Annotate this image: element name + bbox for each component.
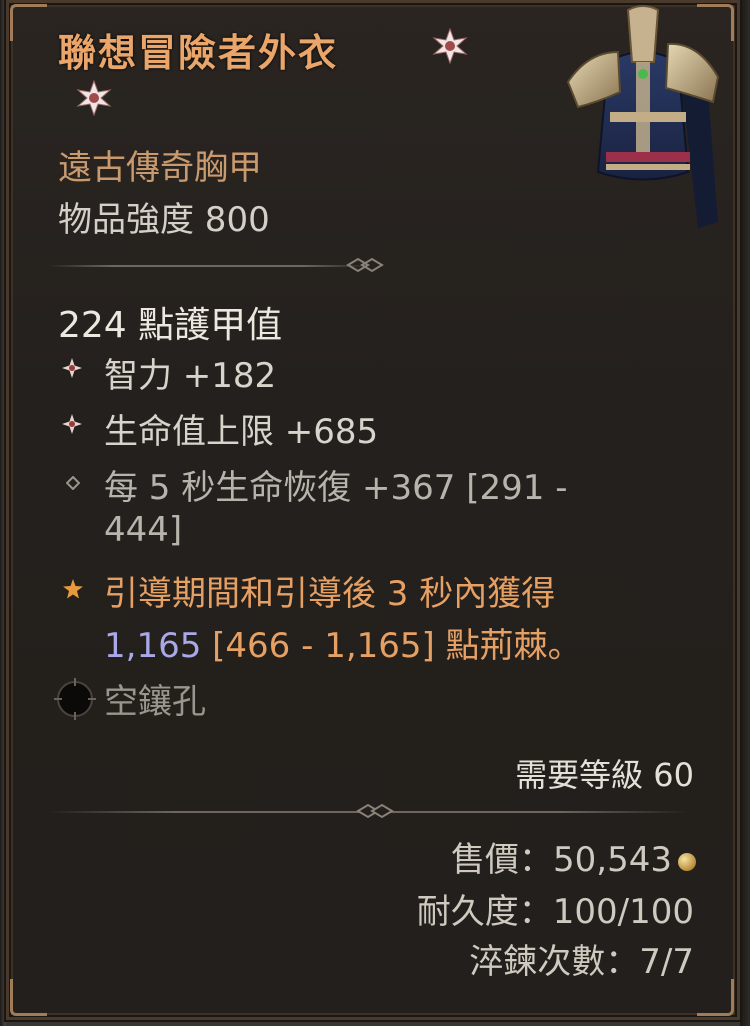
- gold-coin-icon: [678, 852, 696, 871]
- chest-armor-icon: [566, 5, 720, 228]
- empty-socket-icon[interactable]: [52, 676, 98, 722]
- right-edge: [740, 0, 750, 1026]
- required-level: 需要等級 60: [515, 756, 694, 794]
- frame-corner-bottom-right: [697, 979, 734, 1016]
- frame-corner-top-left: [10, 4, 47, 41]
- item-name: 聯想冒險者外衣: [58, 31, 339, 75]
- stat-life-regen-cont: 444]: [104, 510, 183, 550]
- stat-life-regen: 每 5 秒生命恢復 +367 [291 -: [104, 468, 568, 508]
- legendary-aspect-line2: [466 - 1,165] 點荊棘。: [201, 626, 582, 666]
- sell-price: 售價：50,543: [451, 840, 672, 880]
- stat-intelligence: 智力 +182: [104, 356, 277, 396]
- diamond-star-icon: [62, 414, 82, 434]
- stat-max-life: 生命值上限 +685: [104, 412, 379, 452]
- temper-count: 淬鍊次數：7/7: [469, 942, 694, 982]
- thorns-value: 1,165: [104, 626, 202, 666]
- divider-ornament-icon: [346, 257, 384, 273]
- legendary-emblem-icon: [76, 80, 112, 116]
- socket-label: 空鑲孔: [104, 682, 206, 722]
- legendary-emblem-icon: [432, 28, 468, 64]
- diamond-star-icon: [62, 358, 82, 378]
- frame-corner-bottom-left: [10, 979, 47, 1016]
- armor-value: 224 點護甲值: [58, 305, 283, 346]
- legendary-star-icon: [63, 579, 83, 599]
- durability: 耐久度：100/100: [416, 892, 694, 932]
- divider-ornament-icon: [356, 803, 394, 819]
- legendary-aspect-line1: 引導期間和引導後 3 秒內獲得: [104, 574, 556, 614]
- divider: [48, 265, 368, 267]
- item-type: 遠古傳奇胸甲: [58, 148, 262, 188]
- item-power: 物品強度 800: [58, 200, 270, 240]
- small-diamond-icon: [66, 476, 80, 490]
